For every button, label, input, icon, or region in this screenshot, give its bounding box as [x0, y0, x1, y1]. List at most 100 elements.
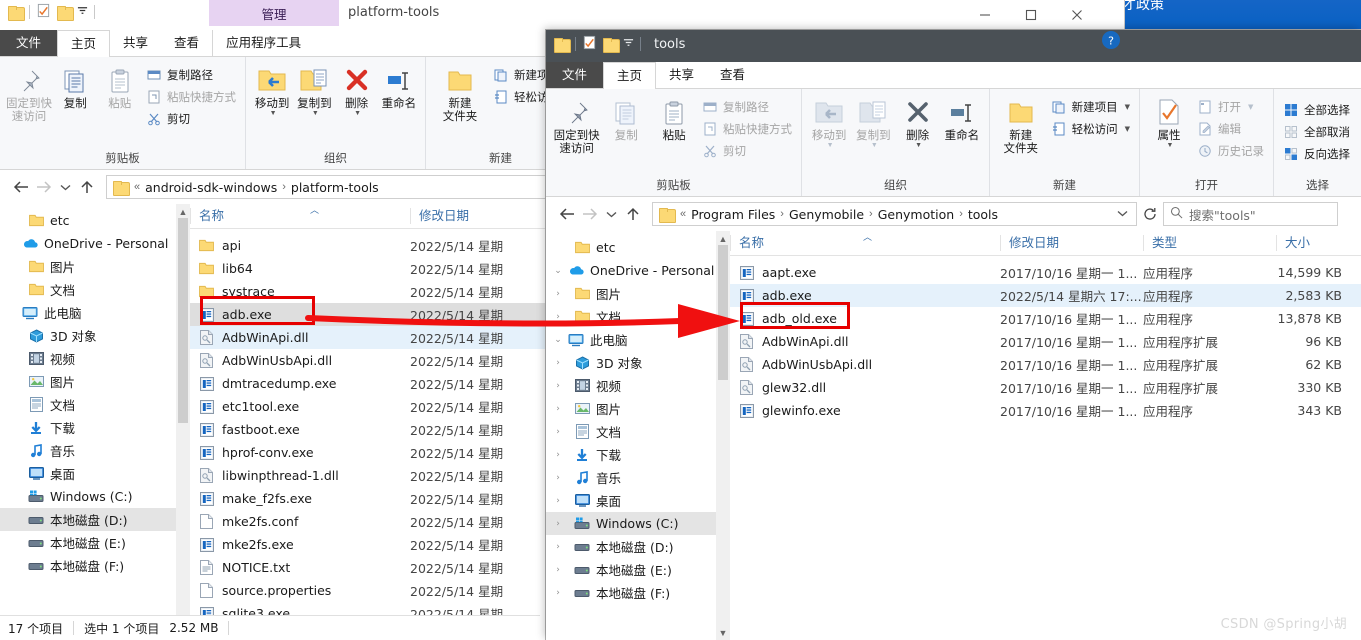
tab-file[interactable]: 文件 — [0, 30, 58, 56]
nav-item[interactable]: etc — [0, 209, 190, 232]
copy-to-button[interactable]: 复制到 ▼ — [294, 60, 334, 117]
tab-application-tools[interactable]: 应用程序工具 — [212, 30, 314, 56]
chevron-right-icon[interactable]: › — [550, 588, 566, 598]
paste-button[interactable]: 粘贴 — [651, 92, 697, 142]
pin-to-quick-access-button[interactable]: 固定到快 速访问 — [6, 60, 52, 123]
nav-item[interactable]: › 下载 — [546, 443, 730, 466]
file-name-cell[interactable]: AdbWinUsbApi.dll — [730, 357, 1000, 373]
paste-button[interactable]: 粘贴 — [99, 60, 142, 110]
forward-button[interactable] — [32, 175, 54, 199]
nav-item[interactable]: 本地磁盘 (D:) — [0, 508, 190, 531]
properties-icon[interactable] — [582, 35, 597, 53]
chevron-down-icon[interactable]: ▼ — [1125, 103, 1130, 111]
file-row[interactable]: glew32.dll 2017/10/16 星期一 1... 应用程序扩展 330 K… — [730, 376, 1361, 399]
file-row[interactable]: AdbWinApi.dll 2017/10/16 星期一 1... 应用程序扩展 96… — [730, 330, 1361, 353]
chevron-down-icon[interactable] — [1117, 207, 1132, 221]
nav-item[interactable]: Windows (C:) — [0, 485, 190, 508]
w1-nav-list[interactable]: etc OneDrive - Personal 图片 文档 此电脑 3D 对象 视频 图片 文档… — [0, 204, 190, 577]
chevron-down-icon[interactable]: ▼ — [871, 142, 878, 149]
paste-shortcut-button[interactable]: 粘贴快捷方式 — [143, 87, 239, 107]
minimize-button[interactable] — [962, 0, 1008, 30]
explorer-window-tools[interactable]: tools 文件 主页 共享 查看 固定到快 速访问 复制 粘贴 复制路径 粘贴… — [546, 30, 1361, 640]
chevron-right-icon[interactable]: › — [550, 427, 566, 437]
cut-button[interactable]: 剪切 — [143, 109, 239, 129]
w2-tabstrip[interactable]: 文件 主页 共享 查看 — [546, 62, 1361, 89]
rename-button[interactable]: 重命名 — [379, 60, 419, 110]
tab-view[interactable]: 查看 — [707, 62, 758, 88]
new-folder-button[interactable]: 新建 文件夹 — [996, 92, 1046, 155]
breadcrumb-item-1[interactable]: android-sdk-windows — [142, 180, 280, 195]
tab-share[interactable]: 共享 — [656, 62, 707, 88]
move-to-button[interactable]: 移动到 ▼ — [808, 92, 850, 149]
nav-item[interactable]: › 文档 — [546, 305, 730, 328]
w1-nav-scrollbar[interactable]: ▲ ▼ — [176, 204, 190, 637]
chevron-down-icon[interactable]: ▼ — [1248, 103, 1253, 111]
new-folder-icon[interactable] — [57, 5, 74, 21]
file-name-cell[interactable]: adb_old.exe — [730, 311, 1000, 327]
w1-titlebar[interactable]: 管理 platform-tools — [0, 0, 1124, 30]
properties-icon[interactable] — [36, 3, 51, 21]
column-header-date[interactable]: 修改日期 — [1000, 235, 1143, 251]
w2-nav-list[interactable]: etc ⌄ OneDrive - Personal › 图片 › 文档 ⌄ 此电脑 › 3D 对象 ›… — [546, 231, 730, 604]
file-row[interactable]: glewinfo.exe 2017/10/16 星期一 1... 应用程序 343 K… — [730, 399, 1361, 422]
w2-quick-access-toolbar[interactable] — [554, 35, 647, 53]
help-button[interactable]: ? — [1101, 30, 1121, 53]
column-header-name[interactable]: 名称 — [190, 208, 410, 224]
w1-quick-access-toolbar[interactable] — [8, 3, 101, 21]
nav-item[interactable]: 下载 — [0, 416, 190, 439]
select-none-button[interactable]: 全部取消 — [1280, 122, 1353, 142]
breadcrumb-item-3[interactable]: Genymotion — [875, 207, 957, 222]
nav-item[interactable]: › 视频 — [546, 374, 730, 397]
w2-column-headers[interactable]: ︿ 名称 修改日期 类型 大小 — [730, 231, 1361, 256]
chevron-right-icon[interactable]: › — [550, 358, 566, 368]
file-name-cell[interactable]: lib64 — [190, 261, 410, 277]
new-item-button[interactable]: 新建项目 ▼ — [1048, 97, 1133, 117]
chevron-down-icon[interactable]: ⌄ — [550, 266, 566, 276]
file-name-cell[interactable]: mke2fs.conf — [190, 514, 410, 530]
nav-item[interactable]: › Windows (C:) — [546, 512, 730, 535]
nav-item[interactable]: etc — [546, 236, 730, 259]
file-row[interactable]: aapt.exe 2017/10/16 星期一 1... 应用程序 14,599 KB — [730, 261, 1361, 284]
w2-navigation-pane[interactable]: etc ⌄ OneDrive - Personal › 图片 › 文档 ⌄ 此电脑 › 3D 对象 ›… — [546, 231, 730, 640]
file-name-cell[interactable]: glewinfo.exe — [730, 403, 1000, 419]
scroll-thumb[interactable] — [178, 218, 188, 423]
up-button[interactable] — [76, 175, 98, 199]
folder-icon[interactable] — [8, 5, 25, 21]
chevron-right-icon[interactable]: › — [550, 404, 566, 414]
chevron-right-icon[interactable]: › — [550, 519, 566, 529]
w2-search-box[interactable]: 搜索"tools" — [1163, 202, 1338, 226]
w1-navigation-pane[interactable]: etc OneDrive - Personal 图片 文档 此电脑 3D 对象 视频 图片 文档… — [0, 204, 190, 637]
w2-nav-scrollbar[interactable]: ▲ ▼ — [716, 231, 730, 640]
file-name-cell[interactable]: make_f2fs.exe — [190, 491, 410, 507]
copy-button[interactable]: 复制 — [54, 60, 97, 110]
chevron-down-icon[interactable]: ▼ — [827, 142, 834, 149]
file-name-cell[interactable]: libwinpthread-1.dll — [190, 468, 410, 484]
nav-item[interactable]: › 本地磁盘 (D:) — [546, 535, 730, 558]
chevron-down-icon[interactable]: ▼ — [354, 110, 361, 117]
nav-item[interactable]: › 3D 对象 — [546, 351, 730, 374]
file-row[interactable]: adb.exe 2022/5/14 星期六 17:... 应用程序 2,583 KB — [730, 284, 1361, 307]
nav-item[interactable]: 桌面 — [0, 462, 190, 485]
chevron-down-icon[interactable]: ▼ — [270, 110, 277, 117]
nav-item[interactable]: 图片 — [0, 255, 190, 278]
file-name-cell[interactable]: fastboot.exe — [190, 422, 410, 438]
chevron-right-icon[interactable]: › — [550, 381, 566, 391]
properties-button[interactable]: 属性 ▼ — [1146, 92, 1192, 149]
file-name-cell[interactable]: glew32.dll — [730, 380, 1000, 396]
move-to-button[interactable]: 移动到 ▼ — [252, 60, 292, 117]
file-row[interactable]: AdbWinUsbApi.dll 2017/10/16 星期一 1... 应用程序扩… — [730, 353, 1361, 376]
forward-button[interactable] — [578, 202, 600, 226]
file-name-cell[interactable]: api — [190, 238, 410, 254]
w2-file-pane[interactable]: ︿ 名称 修改日期 类型 大小 aapt.exe 2017/10/16 星期一 1… — [730, 231, 1361, 640]
back-button[interactable] — [10, 175, 32, 199]
chevron-down-icon[interactable]: ▼ — [312, 110, 319, 117]
nav-item[interactable]: 视频 — [0, 347, 190, 370]
chevron-right-icon[interactable]: › — [550, 312, 566, 322]
copy-path-button[interactable]: 复制路径 — [699, 97, 795, 117]
back-button[interactable] — [556, 202, 578, 226]
w2-ribbon[interactable]: 固定到快 速访问 复制 粘贴 复制路径 粘贴快捷方式 剪切 剪贴板 移动到 ▼ … — [546, 89, 1361, 197]
breadcrumb-item-2[interactable]: platform-tools — [288, 180, 382, 195]
tab-file[interactable]: 文件 — [546, 62, 604, 88]
chevron-down-icon[interactable]: ▼ — [915, 142, 922, 149]
recent-locations-button[interactable] — [600, 202, 622, 226]
